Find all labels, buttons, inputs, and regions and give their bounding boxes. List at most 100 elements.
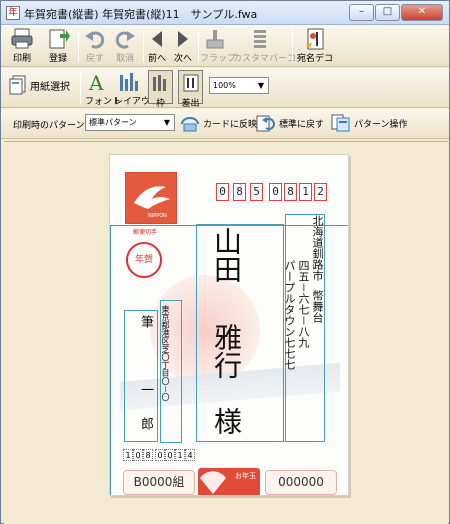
recipient-honorific[interactable]: 様: [208, 407, 244, 435]
sender-name-second[interactable]: 一: [136, 383, 155, 396]
custom-barcode-label: カスタマバーコード: [233, 54, 315, 64]
font-label: フォント: [85, 97, 122, 107]
redo-arrow-icon: [115, 31, 135, 49]
recipient-given-name[interactable]: 雅行: [208, 323, 244, 379]
placement-label: 差出: [181, 99, 200, 109]
frame-toggle[interactable]: 枠: [148, 70, 173, 109]
reset-standard-button[interactable]: 標準に戻す: [256, 113, 324, 133]
paper-select-label: 用紙選択: [30, 81, 70, 93]
cancel-label: 取消: [115, 54, 134, 64]
zip-digit[interactable]: 5: [250, 183, 263, 201]
sender-name-first[interactable]: 筆: [136, 315, 155, 328]
toolbar-divider: [143, 30, 144, 62]
address-deco-label: 宛名デコ: [296, 54, 333, 64]
zoom-select[interactable]: 100% ▼: [209, 77, 269, 94]
recipient-address-line2[interactable]: 幣舞台: [309, 290, 325, 323]
toolbar-divider: [292, 30, 293, 62]
toolbar-divider: [80, 72, 81, 104]
layout-icon: [120, 73, 138, 91]
recipient-address-line1[interactable]: 北海道釧路市: [309, 215, 325, 281]
otoshidama-mark: お年玉: [198, 468, 260, 495]
zip-digit[interactable]: 1: [299, 183, 312, 201]
placement-icon: [183, 74, 198, 92]
undo-button[interactable]: 戻す: [81, 27, 109, 65]
document-icon: 年: [6, 6, 20, 20]
svg-text:A: A: [88, 71, 104, 93]
register-card-icon: [49, 29, 70, 49]
recipient-address-line3[interactable]: 四五－六七－八九: [295, 260, 311, 348]
apply-card-icon: [181, 117, 199, 132]
flap-button[interactable]: フラップ: [200, 27, 237, 65]
close-button[interactable]: ✕: [401, 4, 443, 21]
flap-icon: [206, 30, 224, 49]
address-deco-icon: [306, 28, 324, 50]
pattern-select[interactable]: 標準パターン ▼: [85, 114, 175, 131]
chevron-down-icon: ▼: [254, 78, 268, 93]
pattern-toolbar: 印刷時のパターン 標準パターン ▼ カードに反映 標準に戻す パターン操作: [1, 109, 449, 139]
layout-button[interactable]: レイアウト: [114, 70, 160, 108]
triangle-left-icon: [152, 31, 162, 47]
pattern-ops-label: パターン操作: [354, 119, 408, 130]
paper-select-button[interactable]: 用紙選択: [9, 74, 77, 96]
otoshidama-label: お年玉: [235, 472, 256, 480]
zip-digit[interactable]: 8: [233, 183, 246, 201]
zoom-value: 100%: [213, 81, 236, 90]
sender-name-third[interactable]: 郎: [136, 417, 155, 430]
next-button[interactable]: 次へ: [172, 27, 194, 65]
pattern-ops-icon: [331, 114, 350, 132]
lottery-group-number: B0000組: [123, 470, 195, 495]
apply-card-label: カードに反映: [203, 119, 258, 130]
printer-icon: [11, 28, 33, 49]
cancel-button[interactable]: 取消: [111, 27, 139, 65]
sender-zip-digit[interactable]: 1: [123, 449, 133, 461]
pattern-label: 印刷時のパターン: [13, 121, 85, 131]
flap-label: フラップ: [200, 54, 237, 64]
font-button[interactable]: A フォント: [85, 70, 122, 108]
title-bar: 年 年賀宛書(縦書) 年賀宛書(縦)11 サンプル.fwa – □ ✕: [1, 1, 449, 25]
sender-zip-digit[interactable]: 4: [185, 449, 195, 461]
placement-toggle[interactable]: 差出: [178, 70, 203, 109]
zip-digit[interactable]: 0: [269, 183, 282, 201]
chevron-down-icon: ▼: [163, 118, 171, 127]
address-deco-button[interactable]: 宛名デコ: [295, 27, 335, 65]
recipient-address-line4[interactable]: パープルタウン七七七: [281, 260, 297, 370]
zip-digit[interactable]: 0: [216, 183, 229, 201]
apply-card-button[interactable]: カードに反映: [180, 113, 257, 133]
sender-zip-digit[interactable]: 0: [165, 449, 175, 461]
custom-barcode-button[interactable]: カスタマバーコード: [233, 27, 315, 65]
sender-zip-digit[interactable]: 8: [143, 449, 153, 461]
barcode-icon: [254, 30, 266, 48]
app-window: 年 年賀宛書(縦書) 年賀宛書(縦)11 サンプル.fwa – □ ✕ 印刷 登…: [0, 0, 450, 524]
toolbar-divider: [78, 30, 79, 62]
minimize-button[interactable]: –: [349, 4, 374, 21]
zip-digit[interactable]: 2: [314, 183, 327, 201]
postage-stamp: NIPPON: [125, 172, 177, 224]
print-label: 印刷: [12, 54, 31, 64]
sender-zip-digit[interactable]: 0: [155, 449, 165, 461]
next-label: 次へ: [173, 54, 192, 64]
pattern-value: 標準パターン: [89, 118, 137, 127]
prev-label: 前へ: [147, 54, 166, 64]
sender-zip-digit[interactable]: 0: [133, 449, 143, 461]
sender-address[interactable]: 東京都港区芝〇丁目〇－〇: [160, 305, 170, 401]
toolbar-divider: [198, 30, 199, 62]
pattern-ops-button[interactable]: パターン操作: [331, 113, 408, 133]
paper-icon: [9, 75, 26, 95]
register-button[interactable]: 登録: [43, 27, 73, 65]
window-title: 年賀宛書(縦書) 年賀宛書(縦)11 サンプル.fwa: [24, 8, 258, 21]
undo-label: 戻す: [85, 54, 104, 64]
prev-button[interactable]: 前へ: [146, 27, 168, 65]
lottery-number: 000000: [265, 470, 337, 495]
frame-label: 枠: [155, 99, 165, 109]
sender-zip-digit[interactable]: 1: [175, 449, 185, 461]
font-a-icon: A: [88, 71, 104, 93]
stamp-brand: NIPPON: [148, 213, 167, 219]
postcard-preview: NIPPON 郵便切手 年賀 0 8 5 0 8 1 2 北海道釧路市 幣舞台 …: [109, 154, 349, 496]
format-toolbar: 用紙選択 A フォント レイアウト 枠 差出 100% ▼: [1, 68, 449, 109]
print-button[interactable]: 印刷: [7, 27, 37, 65]
zip-digit[interactable]: 8: [284, 183, 297, 201]
layout-label: レイアウト: [114, 97, 160, 107]
recipient-family-name[interactable]: 山田: [208, 227, 244, 283]
reset-icon: [256, 115, 275, 132]
maximize-button[interactable]: □: [375, 4, 400, 21]
